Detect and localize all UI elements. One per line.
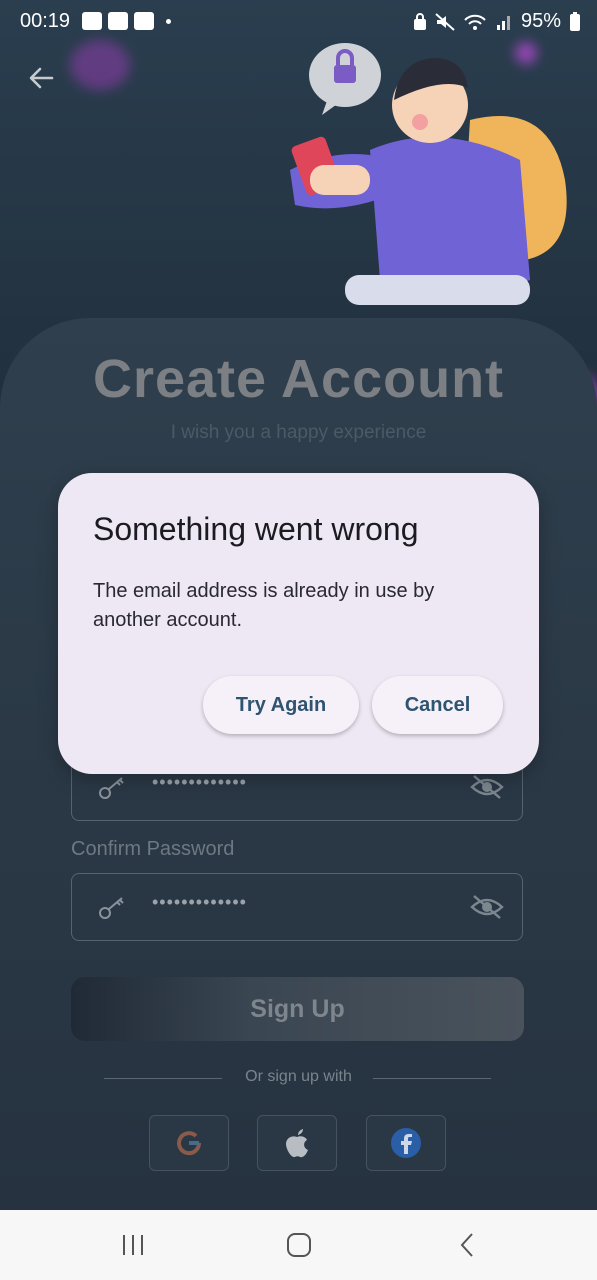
status-time: 00:19 [20,10,71,32]
cancel-button[interactable]: Cancel [372,676,503,734]
signal-icon [496,15,510,30]
divider: Or sign up with [0,1068,597,1088]
key-icon [99,777,124,799]
dialog-title: Something went wrong [93,511,419,547]
system-nav-bar [0,1210,597,1280]
password-value: ••••••••••••• [152,772,247,792]
eye-off-icon[interactable] [470,894,504,920]
recent-apps-icon[interactable] [120,1232,146,1258]
nav-back-icon[interactable] [456,1232,482,1258]
battery-icon [570,11,580,31]
divider-line [373,1078,491,1079]
decorative-blob [70,40,130,90]
try-again-button[interactable]: Try Again [203,676,359,734]
status-bar: 00:19 95% [0,0,597,44]
person-with-phone-illustration [290,43,567,305]
linkedin-notification-icon [134,12,154,30]
gallery-notification-icon [82,12,102,30]
apple-icon [286,1129,308,1158]
eye-off-icon[interactable] [470,774,504,800]
google-signup-button[interactable] [149,1115,229,1171]
google-icon [177,1131,202,1156]
sign-up-button[interactable]: Sign Up [71,977,524,1041]
facebook-signup-button[interactable] [366,1115,446,1171]
status-right: 95% [413,10,581,33]
mute-icon [435,12,455,31]
confirm-password-field[interactable]: ••••••••••••• [71,873,523,941]
page-subtitle: I wish you a happy experience [170,422,427,443]
divider-text: Or sign up with [245,1068,352,1085]
key-icon [99,897,124,919]
confirm-password-value: ••••••••••••• [152,892,247,912]
back-arrow-icon[interactable] [26,62,58,94]
home-icon[interactable] [286,1232,312,1258]
facebook-icon [391,1128,421,1158]
error-dialog: Something went wrong The email address i… [58,473,539,774]
battery-percent: 95% [520,10,561,32]
wifi-icon [464,14,486,30]
apple-signup-button[interactable] [257,1115,337,1171]
dialog-message: The email address is already in use by a… [93,580,435,631]
lock-status-icon [413,12,426,30]
notification-icons [82,12,171,30]
more-notifications-icon [166,18,171,24]
page-title: Create Account [92,349,505,409]
confirm-password-label: Confirm Password [71,838,235,860]
youtube-notification-icon [108,12,128,30]
